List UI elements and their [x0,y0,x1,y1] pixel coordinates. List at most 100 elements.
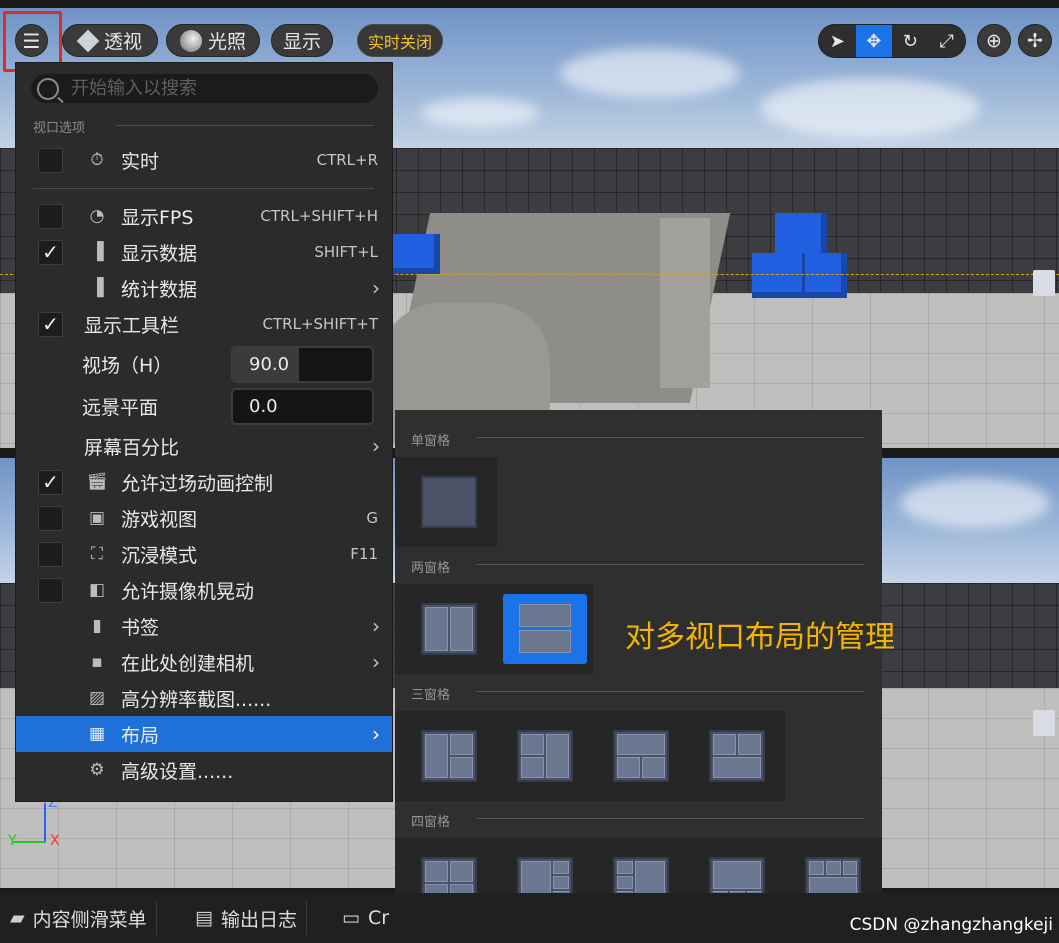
blue-cube [752,253,808,298]
scale-icon: ⤢ [939,30,954,52]
stopwatch-icon: ⏱ [90,150,104,170]
section-header: 视口选项 [33,121,86,136]
menu-item-game-view[interactable]: ▣ 游戏视图 G [16,500,392,536]
menu-item-show-stats[interactable]: ✓ ▐ 显示数据 SHIFT+L [16,234,392,270]
log-icon: ▤ [195,907,213,929]
layout-three-pane-left[interactable] [421,730,477,782]
checkbox-checked[interactable]: ✓ [38,239,63,265]
menu-item-camera-shake[interactable]: ◧ 允许摄像机晃动 [16,572,392,608]
layout-three-pane-top[interactable] [613,730,669,782]
checkbox[interactable] [38,505,63,531]
world-space-button[interactable]: ⊕ [977,24,1011,57]
annotation-text: 对多视口布局的管理 [625,620,895,655]
search-input[interactable] [71,78,361,99]
menu-item-show-fps[interactable]: ◔ 显示FPS CTRL+SHIFT+H [16,198,392,234]
chevron-right-icon: › [372,434,380,458]
menu-item-statistics[interactable]: ▐ 统计数据 › [16,270,392,306]
chevron-right-icon: › [372,722,380,746]
layout-three-pane-bottom[interactable] [709,730,765,782]
layout-two-pane-vertical[interactable] [503,594,587,664]
player-start-icon [1033,710,1055,736]
sphere-icon [179,29,202,52]
fullscreen-icon: ⛶ [91,544,103,564]
divider [477,564,864,565]
divider [477,818,864,819]
output-log-button[interactable]: ▤ 输出日志 [195,893,307,943]
terminal-icon: ▭ [342,907,360,929]
layout-one-pane[interactable] [421,476,477,528]
menu-item-create-camera[interactable]: ▪ 在此处创建相机 › [16,644,392,680]
layout-icon: ▦ [88,724,106,744]
menu-item-fov: 视场（H） 90.0 [16,344,392,384]
menu-item-bookmarks[interactable]: ▮ 书签 › [16,608,392,644]
move-icon: ✥ [866,30,882,52]
watermark: CSDN @zhangzhangkeji [849,915,1053,935]
realtime-off-button[interactable]: 实时关闭 [357,24,443,57]
image-icon: ▨ [88,688,106,708]
gear-icon: ⚙ [89,760,105,780]
scale-tool-button[interactable]: ⤢ [929,25,966,57]
bar-chart-icon: ▐ [90,242,104,262]
menu-item-realtime[interactable]: ⏱ 实时 CTRL+R [16,142,392,178]
player-start-icon [1033,270,1055,296]
show-button[interactable]: 显示 [271,24,333,57]
rotate-icon: ↻ [902,30,918,52]
search-icon [37,77,59,100]
checkbox[interactable] [38,541,63,567]
checkbox-checked[interactable]: ✓ [38,311,63,337]
checkbox[interactable] [38,577,63,603]
folder-icon: ▰ [10,907,25,929]
menu-item-show-toolbar[interactable]: ✓ 显示工具栏 CTRL+SHIFT+T [16,306,392,342]
menu-item-far-plane: 远景平面 0.0 [16,386,392,426]
camera-shake-icon: ◧ [88,580,106,600]
chevron-right-icon: › [372,276,380,300]
camera-add-icon: ▪ [91,652,103,672]
two-pane-header: 两窗格 [411,561,451,576]
divider [305,901,307,935]
cube-icon [76,29,100,52]
bookmark-icon: ▮ [92,616,102,636]
four-pane-header: 四窗格 [411,815,451,830]
menu-item-screen-percentage[interactable]: 屏幕百分比 › [16,428,392,464]
transform-tool-group: ➤ ✥ ↻ ⤢ [818,24,966,58]
move-tool-button[interactable]: ✥ [855,25,892,57]
editor-root: { "toolbar": { "perspective": "透视", "lig… [0,0,1059,943]
content-drawer-button[interactable]: ▰ 内容侧滑菜单 [10,893,157,943]
menu-item-high-res-screenshot[interactable]: ▨ 高分辨率截图...... [16,680,392,716]
perspective-button[interactable]: 透视 [62,24,158,57]
checkbox[interactable] [38,147,63,173]
clapperboard-icon: 🎬︎ [86,472,108,492]
divider [155,901,157,935]
layout-two-pane-horizontal[interactable] [421,603,477,655]
one-pane-header: 单窗格 [411,434,451,449]
layout-three-pane-right[interactable] [517,730,573,782]
ramp [660,218,710,388]
gauge-icon: ◔ [89,206,105,226]
three-pane-header: 三窗格 [411,688,451,703]
menu-item-layout[interactable]: ▦ 布局 › [16,716,392,752]
axis-gizmo: X Z Y [8,795,60,849]
lighting-button[interactable]: 光照 [166,24,260,57]
snap-button[interactable]: ✢ [1018,24,1052,57]
select-tool-button[interactable]: ➤ [819,25,856,57]
divider [116,125,374,126]
menu-item-advanced-settings[interactable]: ⚙ 高级设置...... [16,752,392,788]
divider [33,188,374,189]
bar-chart-icon: ▐ [90,278,104,298]
far-plane-input[interactable]: 0.0 [231,387,374,425]
gamepad-icon: ▣ [88,508,106,528]
chevron-right-icon: › [372,614,380,638]
checkbox-checked[interactable]: ✓ [38,469,63,495]
menu-item-cinematic-control[interactable]: ✓ 🎬︎ 允许过场动画控制 [16,464,392,500]
cmd-button[interactable]: ▭ Cr [342,893,389,943]
cursor-icon: ➤ [829,30,845,52]
fov-input[interactable]: 90.0 [231,345,374,383]
divider [477,691,864,692]
checkbox[interactable] [38,203,63,229]
menu-item-immersive-mode[interactable]: ⛶ 沉浸模式 F11 [16,536,392,572]
rotate-tool-button[interactable]: ↻ [892,25,929,57]
blue-cube [805,253,847,298]
viewport-options-menu: 视口选项 ⏱ 实时 CTRL+R ◔ 显示FPS CTRL+SHIFT+H ✓ … [15,62,393,802]
chevron-right-icon: › [372,650,380,674]
divider [477,437,864,438]
